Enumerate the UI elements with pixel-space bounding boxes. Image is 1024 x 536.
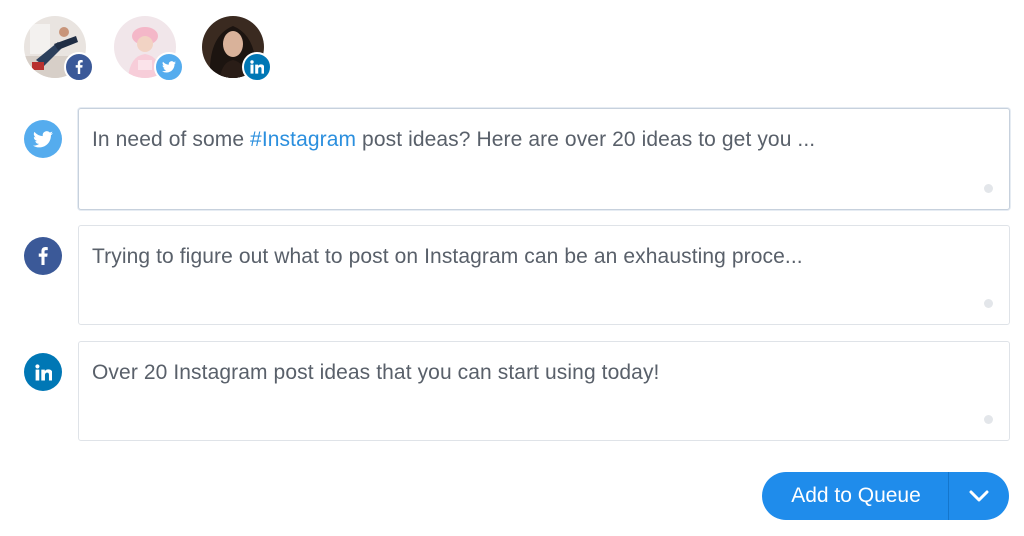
linkedin-composer-row: Over 20 Instagram post ideas that you ca… (24, 341, 1010, 441)
facebook-composer-row: Trying to figure out what to post on Ins… (24, 225, 1010, 325)
resize-handle[interactable] (984, 299, 993, 308)
resize-handle[interactable] (984, 415, 993, 424)
linkedin-post-text: Over 20 Instagram post ideas that you ca… (92, 361, 660, 384)
hashtag-link[interactable]: #Instagram (250, 128, 356, 151)
account-facebook[interactable] (24, 16, 94, 82)
chevron-down-icon (969, 490, 989, 502)
queue-options-dropdown[interactable] (949, 472, 1009, 520)
add-to-queue-button[interactable]: Add to Queue (762, 472, 948, 520)
linkedin-post-textarea[interactable]: Over 20 Instagram post ideas that you ca… (78, 341, 1010, 441)
account-linkedin[interactable] (202, 16, 272, 82)
linkedin-icon (242, 52, 272, 82)
account-twitter[interactable] (114, 16, 184, 82)
facebook-post-text: Trying to figure out what to post on Ins… (92, 245, 803, 268)
add-to-queue-split-button: Add to Queue (762, 472, 1009, 520)
facebook-icon (24, 237, 62, 275)
facebook-icon (64, 52, 94, 82)
twitter-icon (154, 52, 184, 82)
facebook-post-textarea[interactable]: Trying to figure out what to post on Ins… (78, 225, 1010, 325)
twitter-icon (24, 120, 62, 158)
twitter-composer-row: In need of some #Instagram post ideas? H… (24, 108, 1010, 210)
twitter-post-text: In need of some #Instagram post ideas? H… (92, 128, 816, 151)
twitter-post-textarea[interactable]: In need of some #Instagram post ideas? H… (78, 108, 1010, 210)
linkedin-icon (24, 353, 62, 391)
resize-handle[interactable] (984, 184, 993, 193)
